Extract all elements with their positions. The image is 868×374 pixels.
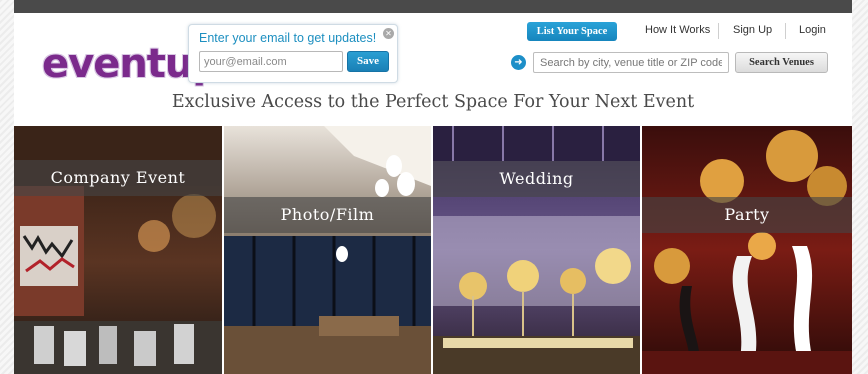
tile-party[interactable]: Party [642, 126, 852, 374]
email-input[interactable] [199, 51, 343, 72]
top-bar [14, 0, 852, 13]
search-input[interactable] [533, 52, 729, 73]
list-your-space-button[interactable]: List Your Space [527, 22, 617, 41]
email-signup-box: Enter your email to get updates! ✕ Save [188, 24, 398, 83]
nav-login[interactable]: Login [799, 24, 826, 36]
nav-how-it-works[interactable]: How It Works [645, 24, 710, 36]
nav-separator [718, 23, 719, 39]
search-venues-button[interactable]: Search Venues [735, 52, 828, 73]
tile-label: Company Event [14, 160, 222, 196]
tile-label: Wedding [433, 161, 640, 197]
tile-label: Party [642, 197, 852, 233]
tile-label: Photo/Film [224, 197, 431, 233]
party-photo [642, 126, 852, 374]
tile-photo-film[interactable]: Photo/Film [224, 126, 431, 374]
arrow-right-circle-icon: ➜ [511, 55, 526, 70]
nav-separator [785, 23, 786, 39]
site-frame: eventup Enter your email to get updates!… [14, 13, 852, 374]
nav-sign-up[interactable]: Sign Up [733, 24, 772, 36]
email-signup-heading: Enter your email to get updates! [199, 31, 377, 45]
tile-company-event[interactable]: Company Event [14, 126, 222, 374]
close-icon[interactable]: ✕ [383, 28, 394, 39]
category-tiles: Company Event Photo/Film Wedding Party [14, 126, 852, 374]
photo-film-photo [224, 126, 431, 374]
save-button[interactable]: Save [347, 51, 389, 72]
tile-wedding[interactable]: Wedding [433, 126, 640, 374]
page-tagline: Exclusive Access to the Perfect Space Fo… [171, 92, 695, 112]
